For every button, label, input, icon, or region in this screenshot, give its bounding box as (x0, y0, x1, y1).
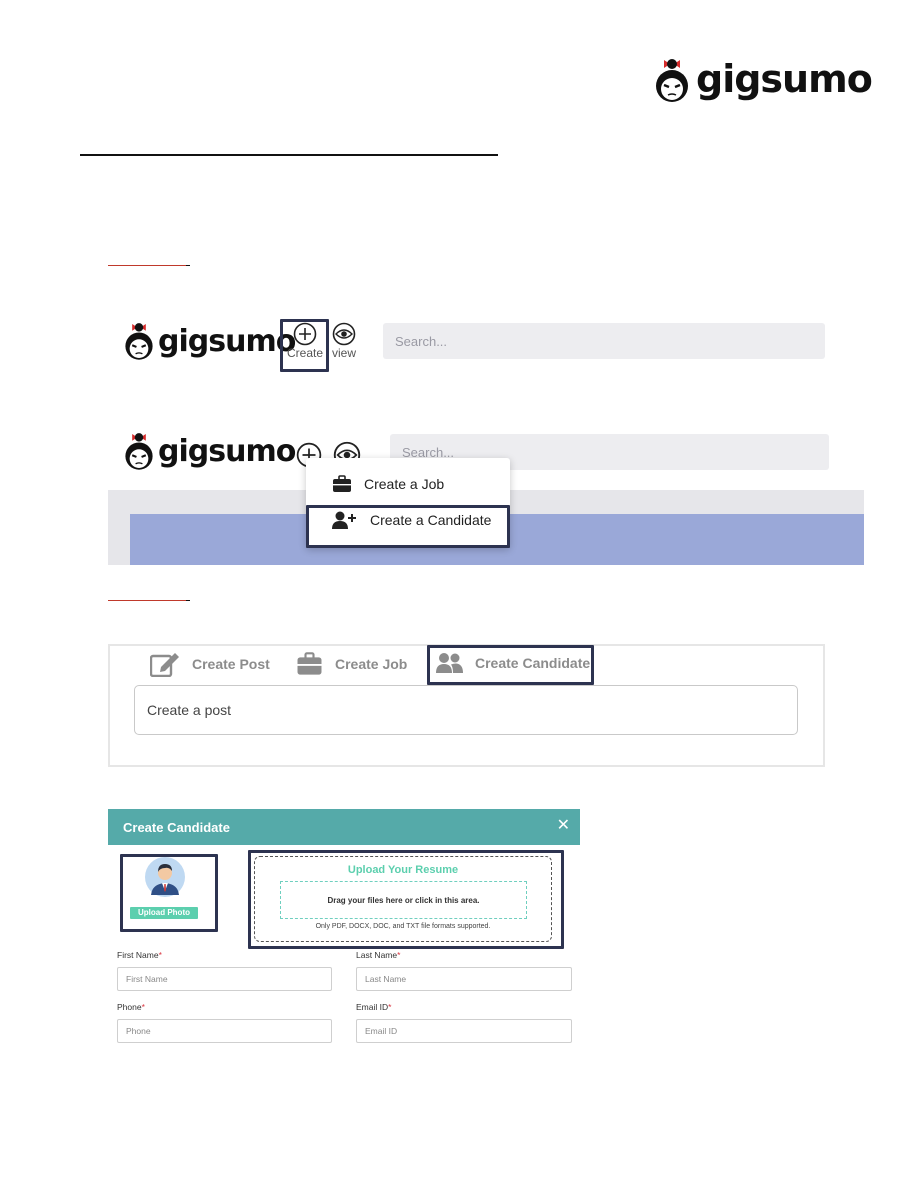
last-name-input[interactable]: Last Name (356, 967, 572, 991)
email-label: Email ID* (356, 1002, 391, 1012)
title-underline (80, 154, 498, 156)
close-icon[interactable]: ✕ (557, 815, 570, 835)
required-mark: * (388, 1002, 392, 1012)
menu-item-label: Create a Job (364, 476, 445, 492)
first-name-placeholder: First Name (126, 974, 168, 984)
tab-create-job[interactable]: Create Job (296, 652, 407, 676)
required-mark: * (158, 950, 162, 960)
drop-zone-text: Drag your files here or click in this ar… (327, 895, 480, 905)
phone-placeholder: Phone (126, 1026, 151, 1036)
brand-wordmark: gigsumo (158, 323, 296, 359)
email-placeholder: Email ID (365, 1026, 398, 1036)
resume-format-note: Only PDF, DOCX, DOC, and TXT file format… (315, 923, 491, 930)
last-name-placeholder: Last Name (365, 974, 407, 984)
step-2-marker (108, 587, 190, 601)
upload-photo-highlight-box (120, 854, 218, 932)
header-logo: gigsumo (652, 56, 873, 104)
view-nav-label: view (331, 346, 356, 360)
briefcase-icon (297, 652, 322, 675)
create-post-placeholder: Create a post (147, 702, 232, 718)
required-mark: * (397, 950, 401, 960)
email-input[interactable]: Email ID (356, 1019, 572, 1043)
brand-wordmark: gigsumo (158, 433, 296, 469)
step-1-marker (108, 252, 190, 266)
required-mark: * (141, 1002, 145, 1012)
phone-label-text: Phone (117, 1002, 142, 1012)
last-name-label: Last Name* (356, 950, 400, 960)
first-name-label: First Name* (117, 950, 162, 960)
create-candidate-highlight-box (306, 505, 510, 548)
nav-logo-1: gigsumo (122, 320, 296, 362)
sumo-face-icon (125, 433, 153, 470)
nav-logo-2: gigsumo (122, 430, 296, 472)
menu-item-create-job[interactable]: Create a Job (306, 466, 510, 502)
brand-wordmark: gigsumo (696, 57, 873, 101)
modal-title: Create Candidate (123, 819, 230, 835)
sumo-face-icon (125, 323, 153, 360)
eye-icon (332, 322, 356, 346)
email-label-text: Email ID (356, 1002, 389, 1012)
tab-create-post[interactable]: Create Post (150, 651, 270, 677)
modal-header: Create Candidate ✕ (108, 809, 580, 845)
briefcase-icon (333, 475, 351, 492)
view-nav-button[interactable]: view (331, 322, 357, 360)
tab-label: Create Job (335, 656, 408, 672)
create-candidate-tab-highlight-box (427, 645, 594, 685)
first-name-label-text: First Name (117, 950, 159, 960)
tab-label: Create Post (192, 656, 270, 672)
edit-icon (150, 653, 179, 677)
phone-label: Phone* (117, 1002, 145, 1012)
create-post-input[interactable]: Create a post (134, 685, 798, 735)
search-placeholder: Search... (395, 333, 448, 349)
resume-upload-title: Upload Your Resume (347, 864, 459, 876)
create-highlight-box (280, 319, 329, 372)
phone-input[interactable]: Phone (117, 1019, 332, 1043)
search-input[interactable]: Search... (383, 323, 825, 359)
resume-drop-zone[interactable]: Drag your files here or click in this ar… (280, 881, 527, 919)
sumo-face-icon (656, 59, 688, 102)
last-name-label-text: Last Name (356, 950, 398, 960)
first-name-input[interactable]: First Name (117, 967, 332, 991)
